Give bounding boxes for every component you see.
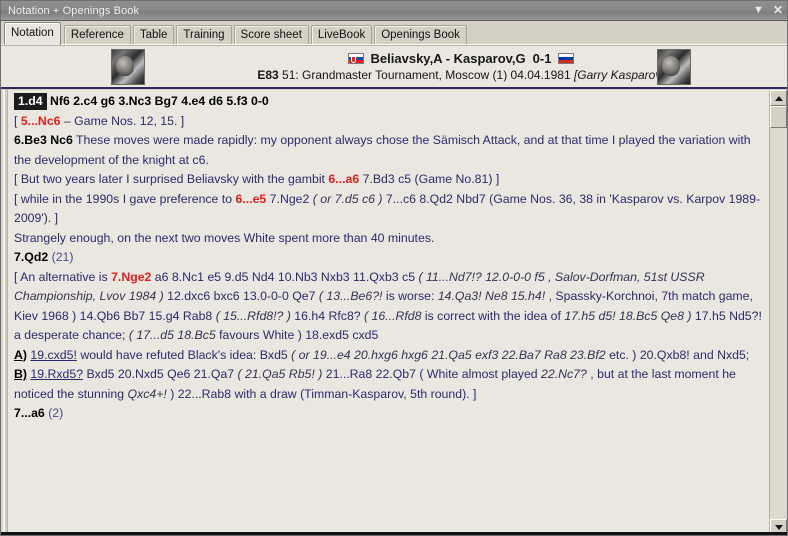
variation-move[interactable]: 6...e5 bbox=[235, 192, 266, 206]
subvariation[interactable]: 17.h5 d5! 18.Bc5 Qe8 ) bbox=[564, 309, 691, 323]
scroll-up-button[interactable] bbox=[770, 90, 787, 106]
variation-moves[interactable]: a6 8.Nc1 e5 9.d5 Nd4 10.Nb3 Nxb3 11.Qxb3… bbox=[151, 270, 418, 284]
notation-area: 1.d4 Nf6 2.c4 g6 3.Nc3 Bg7 4.e4 d6 5.f3 … bbox=[1, 90, 787, 535]
subline-move-b[interactable]: 19.Rxd5? bbox=[30, 367, 83, 381]
variation-suffix: 7.Bd3 c5 (Game No.81) ] bbox=[359, 172, 500, 186]
subline-suffix: etc. ) 20.Qxb8! and Nxd5; bbox=[605, 347, 750, 362]
notation-line-move-7b[interactable]: 7...a6 (2) bbox=[14, 404, 765, 424]
subline-moves[interactable]: 21...Ra8 22.Qb7 bbox=[322, 367, 419, 381]
window-titlebar: Notation + Openings Book ▼ ✕ bbox=[1, 1, 787, 21]
subline-suffix: ) 22...Rab8 with a draw (Timman-Kasparov… bbox=[166, 386, 477, 401]
close-icon[interactable]: ✕ bbox=[773, 4, 783, 16]
subvariation[interactable]: Qxc4+! bbox=[128, 387, 167, 401]
tab-notation[interactable]: Notation bbox=[4, 22, 61, 45]
variation-move[interactable]: 6...a6 bbox=[328, 172, 359, 186]
window-title: Notation + Openings Book bbox=[8, 4, 140, 17]
variation-suffix: favours White ) 18.exd5 cxd5 bbox=[215, 328, 379, 342]
move-7b[interactable]: 7...a6 bbox=[14, 406, 45, 420]
variation-prefix: [ An alternative is bbox=[14, 269, 112, 284]
variation-comment: – Game Nos. 12, 15. ] bbox=[60, 113, 185, 128]
subvariation[interactable]: ( or 19...e4 20.hxg6 hxg6 21.Qa5 exf3 22… bbox=[291, 348, 605, 362]
tab-bar: Notation Reference Table Training Score … bbox=[1, 21, 787, 45]
annotator-name: [Garry Kasparov] bbox=[573, 67, 665, 82]
variation-text: is worse: bbox=[382, 289, 438, 303]
notation-line-main-moves[interactable]: 1.d4 Nf6 2.c4 g6 3.Nc3 Bg7 4.e4 d6 5.f3 … bbox=[14, 92, 765, 112]
move-pair-6[interactable]: 6.Be3 Nc6 bbox=[14, 133, 73, 147]
notation-line-comment-1: Strangely enough, on the next two moves … bbox=[14, 229, 765, 249]
variation-prefix: [ But two years later I surprised Beliav… bbox=[14, 172, 329, 186]
notation-window: Notation + Openings Book ▼ ✕ Notation Re… bbox=[0, 0, 788, 536]
move-7[interactable]: 7.Qd2 bbox=[14, 250, 48, 264]
window-bottom-border bbox=[1, 532, 787, 535]
selected-move[interactable]: 1.d4 bbox=[14, 93, 47, 110]
notation-text[interactable]: 1.d4 Nf6 2.c4 g6 3.Nc3 Bg7 4.e4 d6 5.f3 … bbox=[8, 90, 769, 535]
variation-moves[interactable]: 7.Nge2 bbox=[266, 192, 313, 206]
subvariation[interactable]: 22.Nc7? bbox=[541, 367, 587, 381]
subvariation[interactable]: ( 17...d5 18.Bc5 bbox=[129, 328, 216, 342]
variation-text: is correct with the idea of bbox=[421, 308, 565, 323]
eco-code: E83 bbox=[257, 67, 279, 82]
variation-move[interactable]: 5...Nc6 bbox=[21, 114, 61, 128]
tab-reference[interactable]: Reference bbox=[63, 25, 131, 45]
subvariation[interactable]: ( 13...Be6?! bbox=[319, 289, 383, 303]
variation-moves[interactable]: 14.Qb6 Bb7 15.g4 Rab8 bbox=[76, 309, 215, 323]
tab-openings-book[interactable]: Openings Book bbox=[374, 25, 467, 45]
subline-label-b: B) bbox=[14, 367, 27, 381]
notation-line-variation-1[interactable]: [ 5...Nc6 – Game Nos. 12, 15. ] bbox=[14, 112, 765, 132]
notation-line-variation-4[interactable]: [ An alternative is 7.Nge2 a6 8.Nc1 e5 9… bbox=[14, 268, 765, 346]
subline-label-a: A) bbox=[14, 347, 27, 362]
subline-move-a[interactable]: 19.cxd5! bbox=[30, 348, 77, 362]
subline-text: ( White almost played bbox=[419, 367, 542, 381]
chevron-down-icon[interactable]: ▼ bbox=[753, 5, 764, 16]
black-player-photo bbox=[657, 48, 691, 85]
notation-line-sub-b[interactable]: B) 19.Rxd5? Bxd5 20.Nxd5 Qe6 21.Qa7 ( 21… bbox=[14, 365, 765, 404]
subvariation[interactable]: ( 16...Rfd8 bbox=[364, 309, 421, 323]
subline-text: would have refuted Black's idea: Bxd5 bbox=[76, 347, 292, 362]
move-time-count: (21) bbox=[51, 250, 74, 264]
notation-line-variation-3[interactable]: [ while in the 1990s I gave preference t… bbox=[14, 190, 765, 229]
notation-gutter bbox=[1, 90, 8, 535]
subvariation[interactable]: ( or 7.d5 c6 ) bbox=[313, 192, 383, 206]
subvariation[interactable]: ( 21.Qa5 Rb5! ) bbox=[238, 367, 323, 381]
arrow-up-icon bbox=[774, 95, 783, 101]
game-pairing-line: Beliavsky,A - Kasparov,G 0-1 bbox=[347, 50, 575, 67]
subvariation[interactable]: ( 15...Rfd8!? ) bbox=[216, 309, 291, 323]
annotation-paragraph: Strangely enough, on the next two moves … bbox=[14, 230, 435, 245]
slovakia-flag-icon bbox=[347, 53, 364, 64]
tab-training[interactable]: Training bbox=[176, 25, 232, 45]
tab-table[interactable]: Table bbox=[132, 25, 175, 45]
move-time-count: (2) bbox=[48, 406, 64, 420]
subvariation[interactable]: 14.Qa3! Ne8 15.h4! bbox=[438, 289, 545, 303]
main-moves[interactable]: Nf6 2.c4 g6 3.Nc3 Bg7 4.e4 d6 5.f3 0-0 bbox=[50, 94, 269, 108]
game-result: 0-1 bbox=[532, 50, 552, 66]
event-details: 51: Grandmaster Tournament, Moscow (1) 0… bbox=[282, 67, 571, 82]
game-header: Beliavsky,A - Kasparov,G 0-1 E83 51: Gra… bbox=[1, 45, 787, 89]
subline-moves[interactable]: Bxd5 20.Nxd5 Qe6 21.Qa7 bbox=[83, 367, 238, 381]
variation-moves[interactable]: 12.dxc6 bxc6 13.0-0-0 Qe7 bbox=[164, 289, 319, 303]
game-pairing: Beliavsky,A - Kasparov,G bbox=[370, 50, 526, 66]
notation-line-variation-2[interactable]: [ But two years later I surprised Beliav… bbox=[14, 170, 765, 190]
scroll-thumb[interactable] bbox=[770, 106, 787, 128]
notation-line-moves-6[interactable]: 6.Be3 Nc6 These moves were made rapidly:… bbox=[14, 131, 765, 170]
annotation-text-6: These moves were made rapidly: my oppone… bbox=[14, 133, 751, 167]
window-controls: ▼ ✕ bbox=[753, 1, 783, 20]
white-player-photo bbox=[111, 48, 145, 85]
tab-livebook[interactable]: LiveBook bbox=[310, 25, 373, 45]
bracket-open: [ bbox=[14, 113, 21, 128]
arrow-down-icon bbox=[774, 524, 783, 530]
variation-move[interactable]: 7.Nge2 bbox=[111, 270, 151, 284]
tab-score-sheet[interactable]: Score sheet bbox=[233, 25, 309, 45]
notation-line-move-7[interactable]: 7.Qd2 (21) bbox=[14, 248, 765, 268]
variation-prefix: [ while in the 1990s I gave preference t… bbox=[14, 191, 236, 206]
vertical-scrollbar[interactable] bbox=[769, 90, 787, 535]
russia-flag-icon bbox=[558, 53, 575, 64]
variation-moves[interactable]: 16.h4 Rfc8? bbox=[291, 309, 364, 323]
notation-line-sub-a[interactable]: A) 19.cxd5! would have refuted Black's i… bbox=[14, 346, 765, 366]
game-event-line: E83 51: Grandmaster Tournament, Moscow (… bbox=[257, 67, 664, 83]
scroll-track[interactable] bbox=[770, 106, 787, 519]
